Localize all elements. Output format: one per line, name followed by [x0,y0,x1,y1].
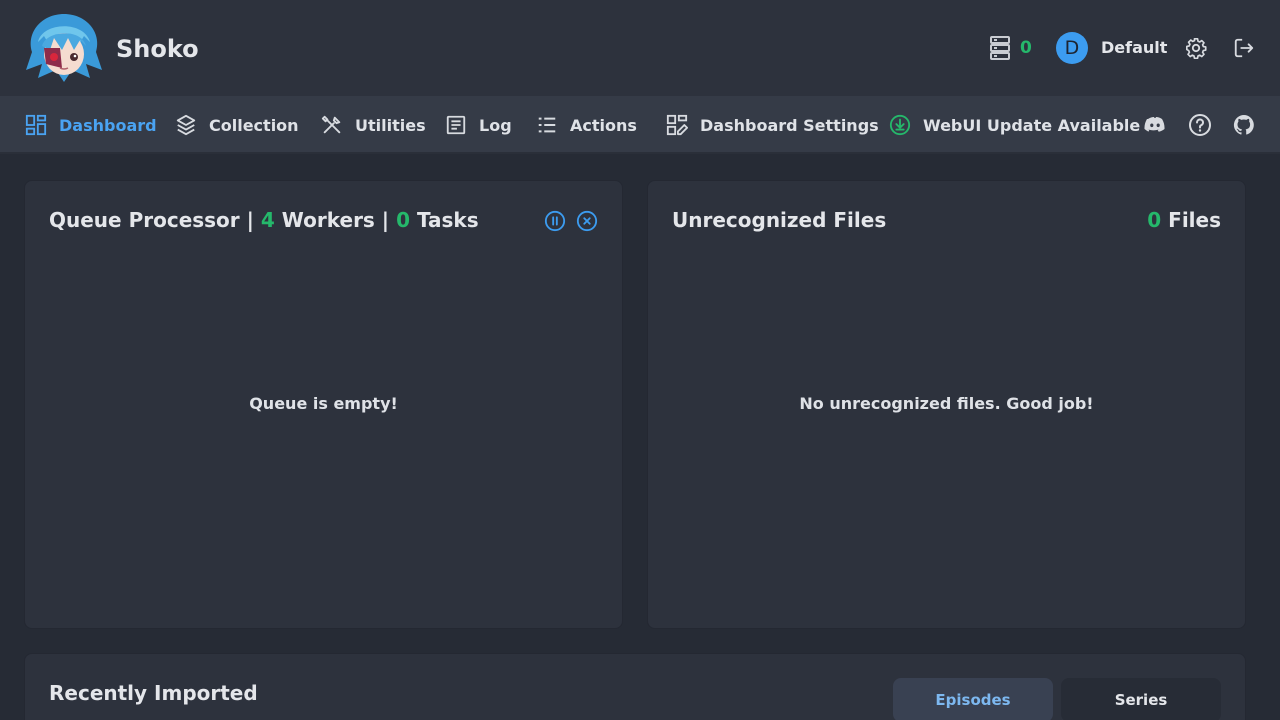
tab-series[interactable]: Series [1061,678,1221,720]
username[interactable]: Default [1101,37,1167,59]
tools-icon [321,115,341,134]
tab-episodes[interactable]: Episodes [893,678,1053,720]
unrecognized-panel-title: Unrecognized Files [672,208,887,232]
logout-icon[interactable] [1233,37,1255,59]
shoko-logo-icon [26,14,102,82]
nav-label-actions: Actions [570,115,637,135]
nav-label-utilities: Utilities [355,115,426,135]
files-count-value: 0 [1147,208,1162,232]
nav-item-actions[interactable]: Actions [536,96,637,154]
tasks-label: Tasks [410,208,479,232]
nav-label-dashboard-settings: Dashboard Settings [700,115,879,135]
queue-title-prefix: Queue Processor | [49,208,261,232]
unrecognized-empty-message: No unrecognized files. Good job! [799,394,1094,413]
nav-label-webui-update: WebUI Update Available [923,115,1141,135]
nav-item-dashboard-settings[interactable]: Dashboard Settings [666,96,879,154]
nav-label-log: Log [479,115,512,135]
clear-queue-icon[interactable] [576,210,598,232]
files-count-label: Files [1161,208,1221,232]
discord-icon[interactable] [1143,113,1167,137]
nav-item-log[interactable]: Log [445,96,512,154]
nav-label-collection: Collection [209,115,299,135]
list-icon [538,117,556,133]
github-icon[interactable] [1232,113,1256,137]
layers-icon [176,114,196,136]
tasks-count: 0 [396,208,410,232]
unrecognized-files-count: 0 Files [1147,207,1221,233]
top-bar: Shoko 0 D Default [0,0,1280,96]
queue-processor-panel: Queue Processor | 4 Workers | 0 Tasks Qu… [24,180,623,629]
queue-panel-title: Queue Processor | 4 Workers | 0 Tasks [49,207,479,233]
queue-server-icon[interactable] [990,36,1010,60]
queue-count: 0 [1020,38,1032,58]
queue-empty-message: Queue is empty! [249,394,398,413]
nav-item-dashboard[interactable]: Dashboard [25,96,157,154]
nav-item-webui-update[interactable]: WebUI Update Available [889,96,1140,154]
unrecognized-files-panel: Unrecognized Files 0 Files No unrecogniz… [647,180,1246,629]
log-icon [446,115,466,135]
pause-icon[interactable] [544,210,566,232]
nav-item-utilities[interactable]: Utilities [321,96,426,154]
dashboard-icon [25,114,47,136]
recently-imported-panel: Recently Imported Episodes Series [24,653,1246,720]
main-nav: Dashboard Collection Utilities Log Actio… [0,96,1280,154]
dashboard-edit-icon [666,114,688,136]
help-icon[interactable] [1188,113,1212,137]
nav-item-collection[interactable]: Collection [175,96,299,154]
download-circle-icon [889,114,911,136]
nav-label-dashboard: Dashboard [59,115,157,135]
workers-count: 4 [260,208,275,232]
workers-label: Workers | [274,208,397,232]
recently-imported-title: Recently Imported [49,681,258,705]
brand-name: Shoko [116,35,199,63]
gear-icon[interactable] [1185,37,1207,59]
avatar[interactable]: D [1056,32,1088,64]
